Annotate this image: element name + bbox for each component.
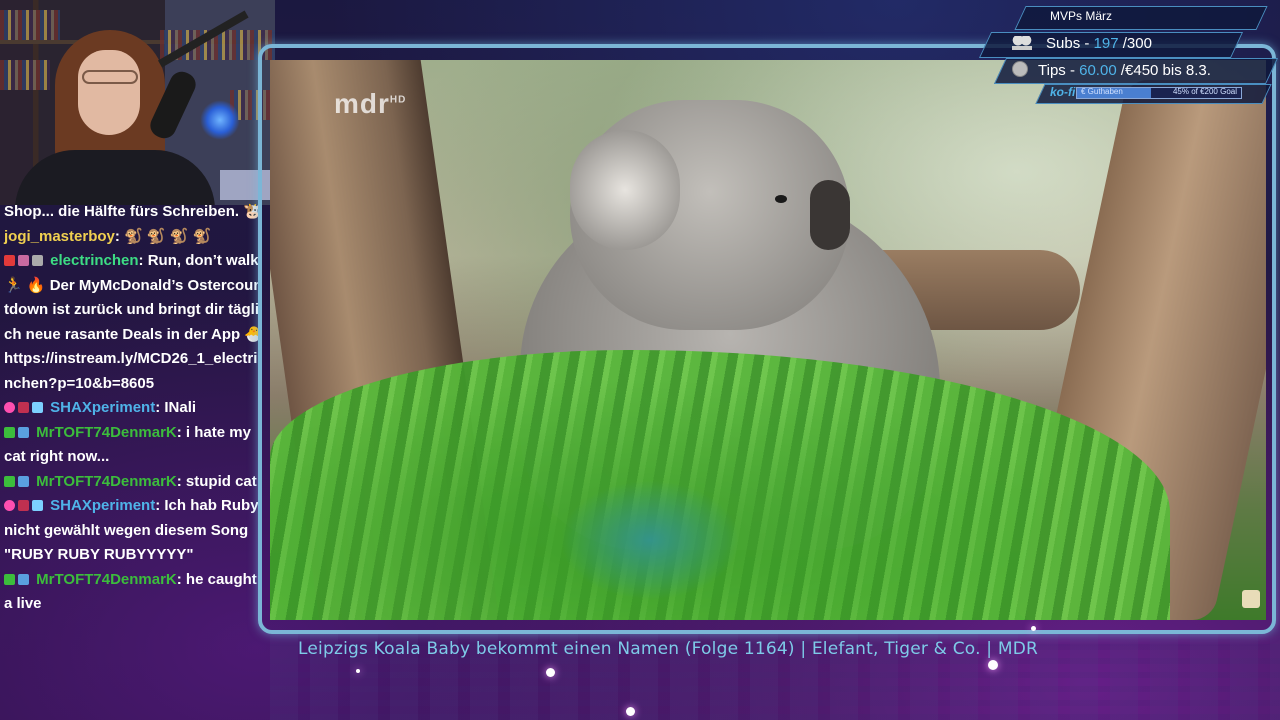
subs-row: Subs - 197 /300 [1012, 35, 1152, 52]
chat-username[interactable]: electrinchen [50, 252, 138, 269]
users-icon [1012, 36, 1032, 50]
chat-message-text: Shop... die Hälfte fürs Schreiben. 🐮 [4, 203, 262, 220]
chat-message: MrTOFT74DenmarK: he caught a live [0, 568, 268, 617]
chat-message-text: : 🐒 🐒 🐒 🐒 [114, 227, 212, 245]
badge-icon [18, 475, 29, 487]
badge-icon [4, 573, 15, 585]
video-frame-border [258, 44, 1276, 634]
chat-message-text: : INali [155, 399, 197, 416]
chat-message: Shop... die Hälfte fürs Schreiben. 🐮 [0, 200, 268, 225]
sparkle [546, 668, 555, 677]
subs-goal: /300 [1122, 35, 1152, 52]
chat-message-text: : Run, don’t walk 🏃 🔥 Der MyMcDonald’s O… [4, 252, 264, 392]
snowflake-badge-icon [32, 402, 43, 413]
chat-message: MrTOFT74DenmarK: i hate my cat right now… [0, 421, 268, 470]
sparkle [1031, 626, 1036, 631]
badge-icon [4, 255, 15, 266]
chat-message: SHAXperiment: Ich hab Ruby nicht gewählt… [0, 494, 268, 568]
heart-badge-icon [4, 500, 15, 511]
badge-icon [32, 255, 43, 266]
badge-icon [18, 402, 29, 413]
badge-icon [18, 500, 29, 511]
chat-message: MrTOFT74DenmarK: stupid cat [0, 470, 268, 495]
progress-label: € Guthaben [1081, 87, 1123, 96]
chat-username[interactable]: MrTOFT74DenmarK [36, 571, 177, 588]
video-title: Leipzigs Koala Baby bekommt einen Namen … [298, 639, 1039, 659]
mvp-label: MVPs März [1050, 9, 1113, 23]
webcam-feed [0, 0, 275, 205]
streamer-body [15, 150, 215, 205]
chat-panel: Shop... die Hälfte fürs Schreiben. 🐮 jog… [0, 200, 268, 720]
badge-icon [4, 426, 15, 438]
chat-message: SHAXperiment: INali [0, 396, 268, 421]
streamer-face [78, 50, 140, 135]
chat-username[interactable]: SHAXperiment [50, 399, 155, 416]
blue-lamp [200, 100, 240, 140]
chat-username[interactable]: MrTOFT74DenmarK [36, 473, 177, 490]
tips-goal: /€450 bis 8.3. [1120, 62, 1211, 79]
badge-icon [18, 426, 29, 438]
tips-current: 60.00 [1079, 62, 1117, 79]
subs-current: 197 [1093, 35, 1119, 52]
subs-label: Subs [1046, 35, 1081, 52]
chat-message: jogi_masterboy: 🐒 🐒 🐒 🐒 [0, 225, 268, 250]
sparkle [356, 669, 360, 673]
kofi-label: ko-fi [1050, 85, 1076, 99]
sparkle [988, 660, 998, 670]
books [0, 60, 50, 90]
kofi-progress-bar: € Guthaben 45% of €200 Goal [1076, 87, 1242, 99]
snowflake-badge-icon [32, 500, 43, 511]
chat-username[interactable]: MrTOFT74DenmarK [36, 424, 177, 441]
badge-icon [4, 475, 15, 487]
tips-label: Tips [1038, 62, 1066, 79]
chat-username[interactable]: SHAXperiment [50, 497, 155, 514]
badge-icon [18, 573, 29, 585]
tips-row: Tips - 60.00 /€450 bis 8.3. [1012, 61, 1211, 79]
progress-text: 45% of €200 Goal [1172, 87, 1237, 96]
chat-username[interactable]: jogi_masterboy [4, 228, 115, 245]
badge-icon [18, 255, 29, 266]
sparkle [626, 707, 635, 716]
chat-message-text: : stupid cat [176, 472, 257, 490]
coins-icon [1012, 61, 1028, 77]
books [0, 10, 60, 40]
glasses [82, 70, 138, 84]
heart-badge-icon [4, 402, 15, 413]
chat-message: electrinchen: Run, don’t walk 🏃 🔥 Der My… [0, 249, 268, 396]
